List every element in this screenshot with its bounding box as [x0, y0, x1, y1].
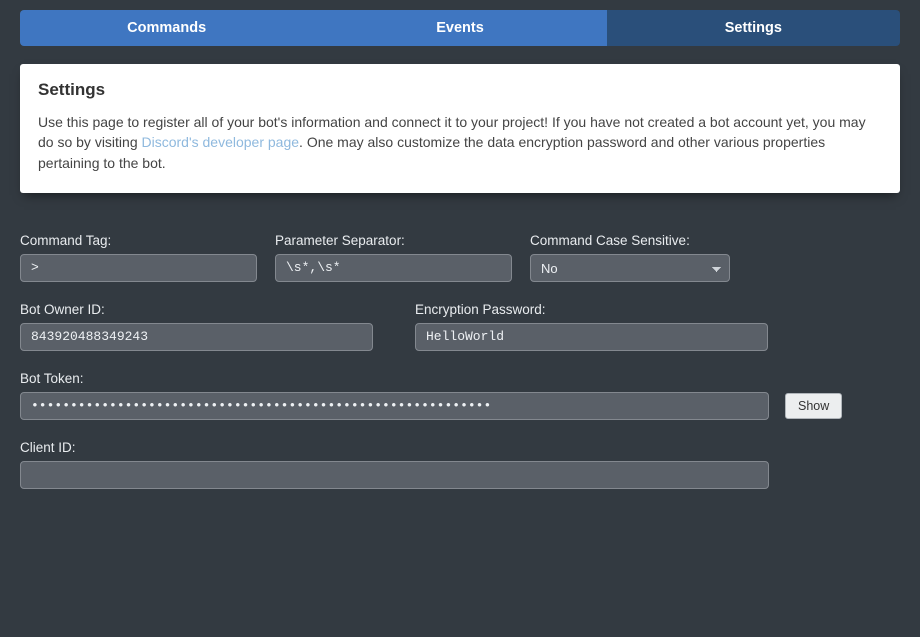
top-tabs: Commands Events Settings [20, 10, 900, 46]
settings-card: Settings Use this page to register all o… [20, 64, 900, 193]
enc-pass-label: Encryption Password: [415, 302, 768, 317]
show-button[interactable]: Show [785, 393, 842, 419]
discord-developer-link[interactable]: Discord's developer page [142, 134, 300, 150]
tab-events[interactable]: Events [313, 10, 606, 46]
command-tag-label: Command Tag: [20, 233, 257, 248]
enc-pass-input[interactable] [415, 323, 768, 351]
case-sensitive-label: Command Case Sensitive: [530, 233, 730, 248]
param-sep-label: Parameter Separator: [275, 233, 512, 248]
settings-card-description: Use this page to register all of your bo… [38, 112, 882, 173]
client-id-label: Client ID: [20, 440, 769, 455]
case-sensitive-select[interactable]: No Yes [530, 254, 730, 282]
tab-commands[interactable]: Commands [20, 10, 313, 46]
client-id-input[interactable] [20, 461, 769, 489]
param-sep-input[interactable] [275, 254, 512, 282]
command-tag-input[interactable] [20, 254, 257, 282]
bot-token-input[interactable] [20, 392, 769, 420]
settings-card-title: Settings [38, 80, 882, 100]
owner-id-input[interactable] [20, 323, 373, 351]
tab-settings[interactable]: Settings [607, 10, 900, 46]
bot-token-label: Bot Token: [20, 371, 842, 386]
owner-id-label: Bot Owner ID: [20, 302, 373, 317]
